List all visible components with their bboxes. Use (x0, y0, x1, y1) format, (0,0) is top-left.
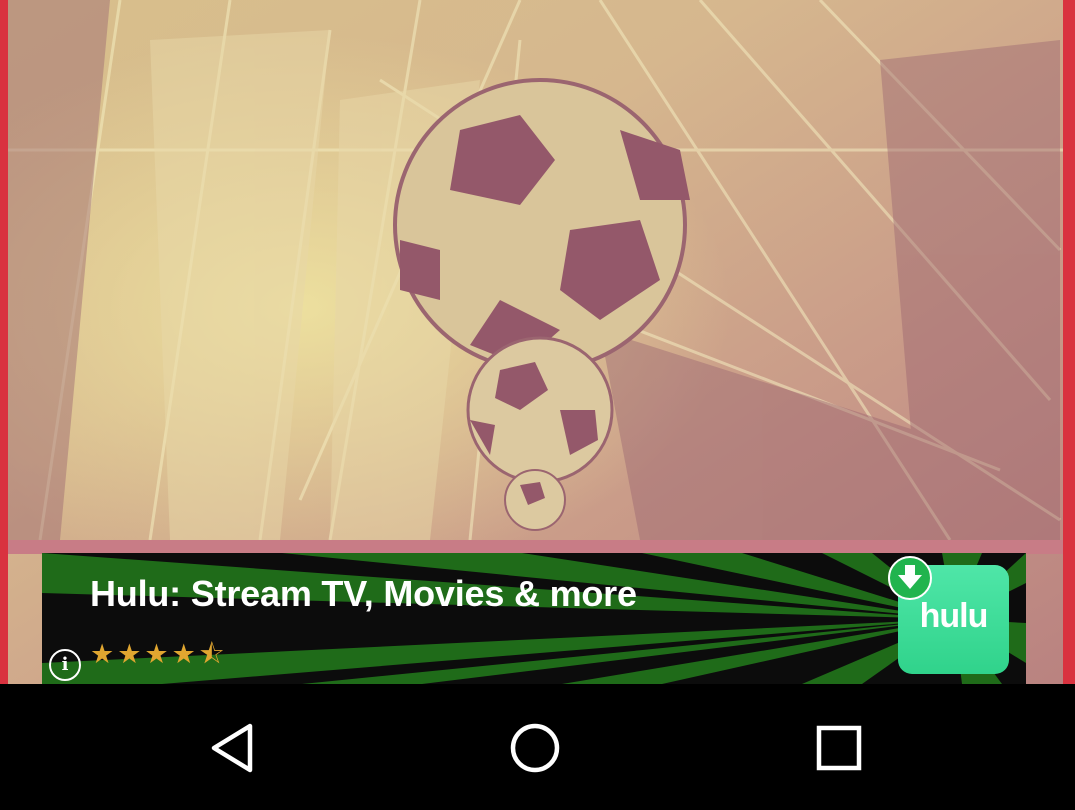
ad-banner[interactable]: Hulu: Stream TV, Movies & more ★★★★⯪ i h… (42, 553, 1026, 684)
hulu-logo-text: hulu (919, 597, 989, 635)
recents-square-icon[interactable] (813, 722, 865, 774)
wallpaper-preview: Hulu: Stream TV, Movies & more ★★★★⯪ i h… (0, 0, 1075, 684)
soccer-ball-medium (466, 336, 614, 484)
info-icon[interactable]: i (49, 649, 81, 681)
download-arrow-icon[interactable] (888, 556, 932, 600)
home-circle-icon[interactable] (509, 722, 561, 774)
soccer-ball-small (504, 469, 566, 531)
ad-star-rating: ★★★★⯪ (90, 639, 228, 669)
frame-bottom-strip (0, 540, 1075, 554)
back-triangle-icon[interactable] (208, 722, 260, 774)
soccer-ball-large (393, 78, 690, 372)
ad-app-title[interactable]: Hulu: Stream TV, Movies & more (90, 573, 637, 615)
system-navigation-bar (0, 684, 1075, 810)
